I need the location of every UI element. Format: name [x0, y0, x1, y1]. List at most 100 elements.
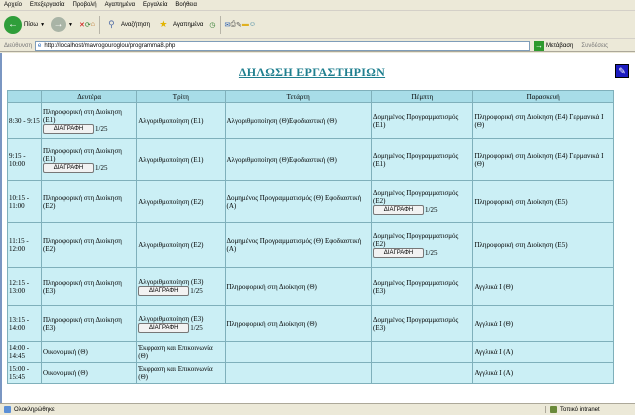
time-cell: 8:30 - 9:15 — [7, 102, 42, 139]
time-cell: 11:15 - 12:00 — [7, 222, 42, 268]
enrollment-count: 1/25 — [190, 323, 203, 332]
links-label[interactable]: Συνδέσεις — [581, 43, 608, 49]
cell-friday: Αγγλικά Ι (Α) — [472, 362, 614, 384]
star-icon: ★ — [159, 19, 168, 29]
menu-edit[interactable]: Επεξεργασία — [30, 2, 65, 8]
menu-tools[interactable]: Εργαλεία — [143, 2, 167, 8]
go-label: Μετάβαση — [545, 42, 574, 49]
status-bar: Ολοκληρώθηκε Τοπικό intranet — [0, 403, 635, 415]
time-cell: 12:15 - 13:00 — [7, 267, 42, 306]
menu-help[interactable]: Βοήθεια — [175, 2, 197, 8]
header-day: Τρίτη — [136, 90, 226, 103]
delete-button[interactable]: ΔΙΑΓΡΑΦΗ — [43, 162, 94, 173]
cell-thursday: Δομημένος Προγραμματισμός (Ε3) — [371, 267, 474, 306]
cell-friday: Αγγλικά Ι (Α) — [472, 341, 614, 363]
dropdown-arrow-icon[interactable]: ▼ — [68, 22, 73, 28]
delete-button[interactable]: ΔΙΑΓΡΑΦΗ — [373, 248, 425, 258]
cell-tuesday: Αλγοριθμοποίηση (Ε3) ΔΙΑΓΡΑΦΗ 1/25 — [136, 305, 226, 342]
cell-wednesday: Πληροφορική στη Διοίκηση (Θ) — [224, 267, 373, 306]
menu-favorites[interactable]: Αγαπημένα — [105, 2, 135, 8]
search-button[interactable]: ⚲ Αναζήτηση — [104, 17, 150, 32]
home-icon[interactable]: ⌂ — [91, 21, 95, 28]
back-button[interactable]: ← Πίσω ▼ — [4, 15, 45, 34]
enrollment-count: 1/25 — [190, 286, 203, 295]
cell-friday: Πληροφορική στη Διοίκηση (Ε5) — [472, 222, 614, 268]
folder-icon[interactable]: ▬ — [242, 21, 249, 28]
back-arrow-icon: ← — [4, 15, 22, 34]
table-row: 8:30 - 9:15 Πληροφορική στη Διοίκηση (Ε1… — [7, 102, 614, 139]
delete-button[interactable]: ΔΙΑΓΡΑΦΗ — [138, 322, 190, 333]
course-name: Αλγοριθμοποίηση (Ε3) — [138, 277, 204, 286]
table-row: 10:15 - 11:00 Πληροφορική στη Διοίκηση (… — [7, 180, 614, 223]
course-name: Δομημένος Προγραμματισμός (Ε2) — [373, 232, 459, 248]
delete-button[interactable]: ΔΙΑΓΡΑΦΗ — [373, 204, 425, 215]
cell-thursday — [371, 362, 474, 384]
favorites-button[interactable]: ★ Αγαπημένα — [156, 17, 203, 32]
delete-row: ΔΙΑΓΡΑΦΗ 1/25 — [138, 322, 223, 333]
address-label: Διεύθυνση — [4, 42, 32, 49]
cell-thursday: Δομημένος Προγραμματισμός (Ε2) ΔΙΑΓΡΑΦΗ … — [371, 222, 474, 268]
ie-page-icon — [4, 406, 11, 413]
separator — [219, 15, 221, 34]
page-content: ΔΗΛΩΣΗ ΕΡΓΑΣΤΗΡΙΩΝ ✎ Δευτέρα Τρίτη Τετάρ… — [0, 53, 635, 403]
zone-text: Τοπικό intranet — [560, 406, 600, 413]
status-done: Ολοκληρώθηκε — [4, 406, 545, 413]
go-arrow-icon: → — [533, 40, 544, 51]
cell-wednesday — [224, 362, 373, 384]
cell-wednesday: Αλγοριθμοποίηση (Θ)Εφοδιαστική (Θ) — [224, 102, 373, 139]
cell-thursday: Δομημένος Προγραμματισμός (Ε3) — [371, 305, 474, 342]
header-day: Πέμπτη — [371, 90, 474, 103]
time-cell: 15:00 - 15:45 — [7, 362, 42, 384]
cell-thursday: Δομημένος Προγραμματισμός (Ε1) — [371, 102, 474, 139]
history-icon[interactable]: ◷ — [209, 21, 215, 29]
cell-wednesday — [224, 341, 373, 363]
cell-tuesday: Αλγοριθμοποίηση (Ε2) — [136, 222, 226, 268]
cell-tuesday: Αλγοριθμοποίηση (Ε1) — [136, 138, 226, 181]
cell-tuesday: Αλγοριθμοποίηση (Ε3) ΔΙΑΓΡΑΦΗ 1/25 — [136, 267, 226, 306]
delete-button[interactable]: ΔΙΑΓΡΑΦΗ — [138, 285, 190, 296]
time-cell: 9:15 - 10:00 — [7, 138, 42, 181]
toolbar: ← Πίσω ▼ → ▼ ✕ ⟳ ⌂ ⚲ Αναζήτηση ★ Αγαπημέ… — [0, 11, 635, 39]
cell-friday: Αγγλικά Ι (Θ) — [472, 267, 614, 306]
search-label: Αναζήτηση — [120, 21, 150, 28]
status-text: Ολοκληρώθηκε — [14, 406, 55, 413]
course-name: Πληροφορική στη Διοίκηση (Ε1) — [43, 107, 122, 124]
time-cell: 13:15 - 14:00 — [7, 305, 42, 342]
delete-row: ΔΙΑΓΡΑΦΗ 1/25 — [138, 285, 223, 296]
time-cell: 10:15 - 11:00 — [7, 180, 42, 223]
cell-tuesday: Αλγοριθμοποίηση (Ε2) — [136, 180, 226, 223]
back-label: Πίσω — [24, 21, 39, 28]
header-row: Δευτέρα Τρίτη Τετάρτη Πέμπτη Παρασκευή — [7, 90, 614, 103]
address-url[interactable]: http://localhost/mavrogouroglou/programm… — [44, 43, 175, 49]
table-row: 15:00 - 15:45 Οικονομική (Θ) Έκφραση και… — [7, 362, 614, 384]
enrollment-count: 1/25 — [425, 205, 438, 214]
intranet-icon — [550, 406, 557, 413]
cell-wednesday: Δομημένος Προγραμματισμός (Θ) Εφοδιαστικ… — [224, 222, 373, 268]
delete-button[interactable]: ΔΙΑΓΡΑΦΗ — [43, 123, 94, 134]
messenger-icon[interactable]: ☺ — [249, 21, 256, 28]
delete-row: ΔΙΑΓΡΑΦΗ 1/25 — [43, 162, 135, 173]
cell-wednesday: Πληροφορική στη Διοίκηση (Θ) — [224, 305, 373, 342]
menu-bar: Αρχείο Επεξεργασία Προβολή Αγαπημένα Εργ… — [0, 0, 635, 11]
table-row: 14:00 - 14:45 Οικονομική (Θ) Έκφραση και… — [7, 341, 614, 363]
cell-monday: Πληροφορική στη Διοίκηση (Ε1) ΔΙΑΓΡΑΦΗ 1… — [40, 102, 138, 139]
enrollment-count: 1/25 — [95, 124, 108, 133]
menu-file[interactable]: Αρχείο — [4, 2, 22, 8]
cell-monday: Πληροφορική στη Διοίκηση (Ε1) ΔΙΑΓΡΑΦΗ 1… — [40, 138, 138, 181]
cell-monday: Πληροφορική στη Διοίκηση (Ε2) — [40, 180, 138, 223]
address-input[interactable]: e http://localhost/mavrogouroglou/progra… — [34, 40, 530, 51]
cell-monday: Πληροφορική στη Διοίκηση (Ε3) — [40, 305, 138, 342]
forward-button[interactable]: → ▼ — [51, 17, 73, 32]
go-button[interactable]: → Μετάβαση — [533, 40, 574, 51]
edit-icon[interactable]: ✎ — [615, 64, 629, 78]
forward-arrow-icon: → — [51, 17, 67, 32]
cell-tuesday: Έκφραση και Επικοινωνία (Θ) — [136, 341, 226, 363]
cell-monday: Πληροφορική στη Διοίκηση (Ε2) — [40, 222, 138, 268]
cell-friday: Πληροφορική στη Διοίκηση (Ε4) Γερμανικά … — [472, 138, 614, 181]
cell-monday: Οικονομική (Θ) — [40, 341, 138, 363]
page-title: ΔΗΛΩΣΗ ΕΡΓΑΣΤΗΡΙΩΝ — [238, 65, 386, 79]
enrollment-count: 1/25 — [425, 249, 438, 257]
header-time — [7, 90, 42, 103]
menu-view[interactable]: Προβολή — [73, 2, 97, 8]
dropdown-arrow-icon[interactable]: ▼ — [40, 22, 45, 28]
